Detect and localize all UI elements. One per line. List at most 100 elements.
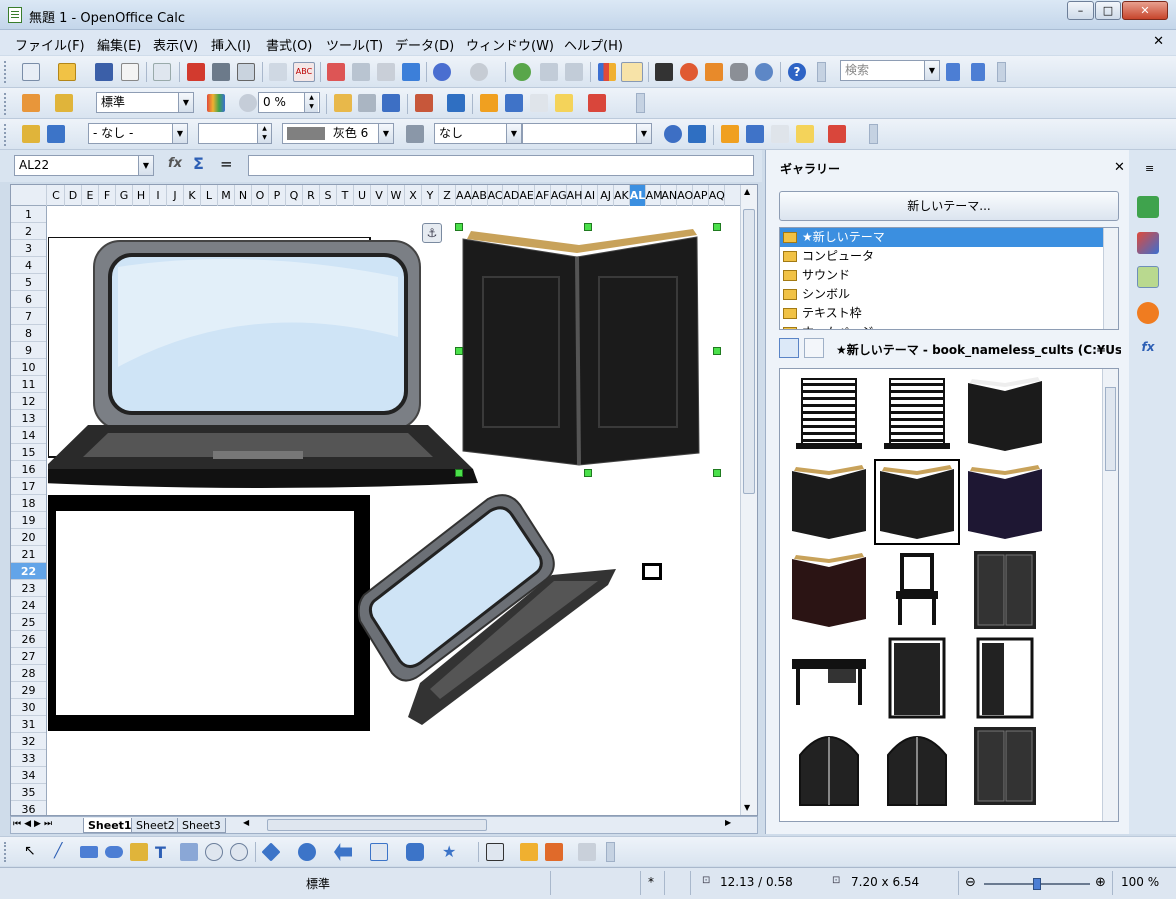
cabinet-icon[interactable] bbox=[964, 549, 1046, 631]
scroll-right-icon[interactable]: ▶ bbox=[725, 818, 731, 827]
shape-styles-icon[interactable] bbox=[22, 94, 40, 112]
find-replace-icon[interactable] bbox=[655, 63, 673, 81]
navigator-icon[interactable] bbox=[680, 63, 698, 81]
row-header[interactable]: 30 bbox=[11, 699, 46, 716]
menu-format[interactable]: 書式(O) bbox=[266, 35, 312, 54]
area-fill-dropdown[interactable]: ▼ bbox=[636, 124, 651, 143]
row-header[interactable]: 28 bbox=[11, 665, 46, 682]
bookshelf-icon[interactable] bbox=[788, 461, 870, 543]
column-header[interactable]: J bbox=[167, 185, 184, 206]
align-icon[interactable] bbox=[588, 94, 606, 112]
to-foreground-icon[interactable] bbox=[771, 125, 789, 143]
to-background-icon[interactable] bbox=[555, 94, 573, 112]
row-header[interactable]: 35 bbox=[11, 784, 46, 801]
from-file-icon[interactable] bbox=[545, 843, 563, 861]
row-header[interactable]: 11 bbox=[11, 376, 46, 393]
select-pointer-icon[interactable]: ↖ bbox=[24, 843, 42, 861]
icon-view-button[interactable] bbox=[779, 338, 799, 358]
selection-handle[interactable] bbox=[455, 347, 463, 355]
transparency-stepper[interactable]: ▲ ▼ bbox=[304, 93, 318, 112]
callouts-icon[interactable] bbox=[230, 843, 248, 861]
flowchart-icon[interactable] bbox=[370, 843, 388, 861]
theme-list-item[interactable]: ホームページ bbox=[780, 323, 1104, 329]
tab-sheet1[interactable]: Sheet1 bbox=[83, 818, 137, 833]
red-book-icon[interactable] bbox=[788, 549, 870, 631]
selection-handle[interactable] bbox=[713, 469, 721, 477]
arched-open-door-icon[interactable] bbox=[876, 725, 958, 807]
row-header[interactable]: 20 bbox=[11, 529, 46, 546]
row-header[interactable]: 23 bbox=[11, 580, 46, 597]
theme-list[interactable]: ★新しいテーマコンピュータサウンドシンボルテキスト枠ホームページ bbox=[779, 227, 1119, 330]
formula-equals-icon[interactable]: = bbox=[220, 155, 233, 173]
freeform-tool-icon[interactable] bbox=[130, 843, 148, 861]
selection-handle[interactable] bbox=[455, 469, 463, 477]
points-icon[interactable] bbox=[486, 843, 504, 861]
styles-icon[interactable] bbox=[1137, 232, 1159, 254]
column-header[interactable]: V bbox=[371, 185, 388, 206]
chair-icon[interactable] bbox=[876, 549, 958, 631]
select-all-corner[interactable] bbox=[11, 185, 47, 206]
copy-icon[interactable] bbox=[352, 63, 370, 81]
column-header[interactable]: AO bbox=[677, 185, 693, 206]
row-header[interactable]: 5 bbox=[11, 274, 46, 291]
double-door-icon[interactable] bbox=[964, 725, 1046, 807]
building-icon[interactable] bbox=[788, 373, 870, 455]
graphics-style-dropdown[interactable]: ▼ bbox=[178, 93, 193, 112]
gallery-items[interactable] bbox=[779, 368, 1119, 822]
send-to-back-icon[interactable] bbox=[746, 125, 764, 143]
menu-view[interactable]: 表示(V) bbox=[153, 35, 198, 54]
vertical-scrollbar[interactable]: ▲ ▼ bbox=[740, 185, 757, 815]
area-icon[interactable] bbox=[406, 125, 424, 143]
theme-list-item[interactable]: テキスト枠 bbox=[780, 304, 1104, 323]
properties-icon[interactable] bbox=[1137, 196, 1159, 218]
row-header[interactable]: 36 bbox=[11, 801, 46, 815]
toolbar-overflow[interactable] bbox=[869, 124, 878, 144]
align-icon[interactable] bbox=[828, 125, 846, 143]
column-header[interactable]: P bbox=[269, 185, 286, 206]
row-header[interactable]: 21 bbox=[11, 546, 46, 563]
sidebar-menu-icon[interactable]: ≡ bbox=[1145, 162, 1154, 175]
rectangle-tool-icon[interactable] bbox=[80, 846, 98, 858]
clone-formatting-icon[interactable] bbox=[402, 63, 420, 81]
sum-icon[interactable]: Σ bbox=[193, 154, 204, 173]
row-header[interactable]: 19 bbox=[11, 512, 46, 529]
callout-shapes-icon[interactable] bbox=[406, 843, 424, 861]
toolbar-grip[interactable] bbox=[4, 61, 7, 83]
bring-to-front-icon[interactable] bbox=[721, 125, 739, 143]
dark-book-icon[interactable] bbox=[964, 461, 1046, 543]
area-fill-select[interactable] bbox=[522, 123, 652, 144]
menu-edit[interactable]: 編集(E) bbox=[97, 35, 141, 54]
column-header[interactable]: AC bbox=[488, 185, 504, 206]
column-header[interactable]: U bbox=[354, 185, 371, 206]
menu-tools[interactable]: ツール(T) bbox=[326, 35, 383, 54]
filter-icon[interactable] bbox=[334, 94, 352, 112]
gallery-scrollbar[interactable] bbox=[1102, 369, 1118, 821]
row-header[interactable]: 22 bbox=[11, 563, 46, 580]
column-header[interactable]: M bbox=[218, 185, 235, 206]
column-header[interactable]: Q bbox=[286, 185, 303, 206]
door-icon[interactable] bbox=[876, 637, 958, 719]
row-header[interactable]: 27 bbox=[11, 648, 46, 665]
save-icon[interactable] bbox=[95, 63, 113, 81]
menu-help[interactable]: ヘルプ(H) bbox=[564, 35, 623, 54]
data-sources-icon[interactable] bbox=[730, 63, 748, 81]
column-header[interactable]: G bbox=[116, 185, 133, 206]
rotate-icon[interactable] bbox=[664, 125, 682, 143]
row-header[interactable]: 4 bbox=[11, 257, 46, 274]
graphics-mode-icon[interactable] bbox=[207, 94, 225, 112]
menu-window[interactable]: ウィンドウ(W) bbox=[466, 35, 554, 54]
find-next-icon[interactable] bbox=[946, 63, 960, 81]
export-pdf-icon[interactable] bbox=[187, 63, 205, 81]
row-header[interactable]: 7 bbox=[11, 308, 46, 325]
horizontal-scroll-thumb[interactable] bbox=[267, 819, 487, 831]
scroll-up-icon[interactable]: ▲ bbox=[744, 187, 750, 196]
desk-icon[interactable] bbox=[788, 637, 870, 719]
menu-data[interactable]: データ(D) bbox=[395, 35, 454, 54]
column-header[interactable]: Z bbox=[439, 185, 456, 206]
hyperlink-icon[interactable] bbox=[513, 63, 531, 81]
name-box[interactable]: AL22 bbox=[14, 155, 154, 176]
selection-handle[interactable] bbox=[584, 469, 592, 477]
gallery-scroll-thumb[interactable] bbox=[1105, 387, 1116, 471]
name-box-dropdown[interactable]: ▼ bbox=[138, 156, 153, 175]
send-to-back-icon[interactable] bbox=[505, 94, 523, 112]
